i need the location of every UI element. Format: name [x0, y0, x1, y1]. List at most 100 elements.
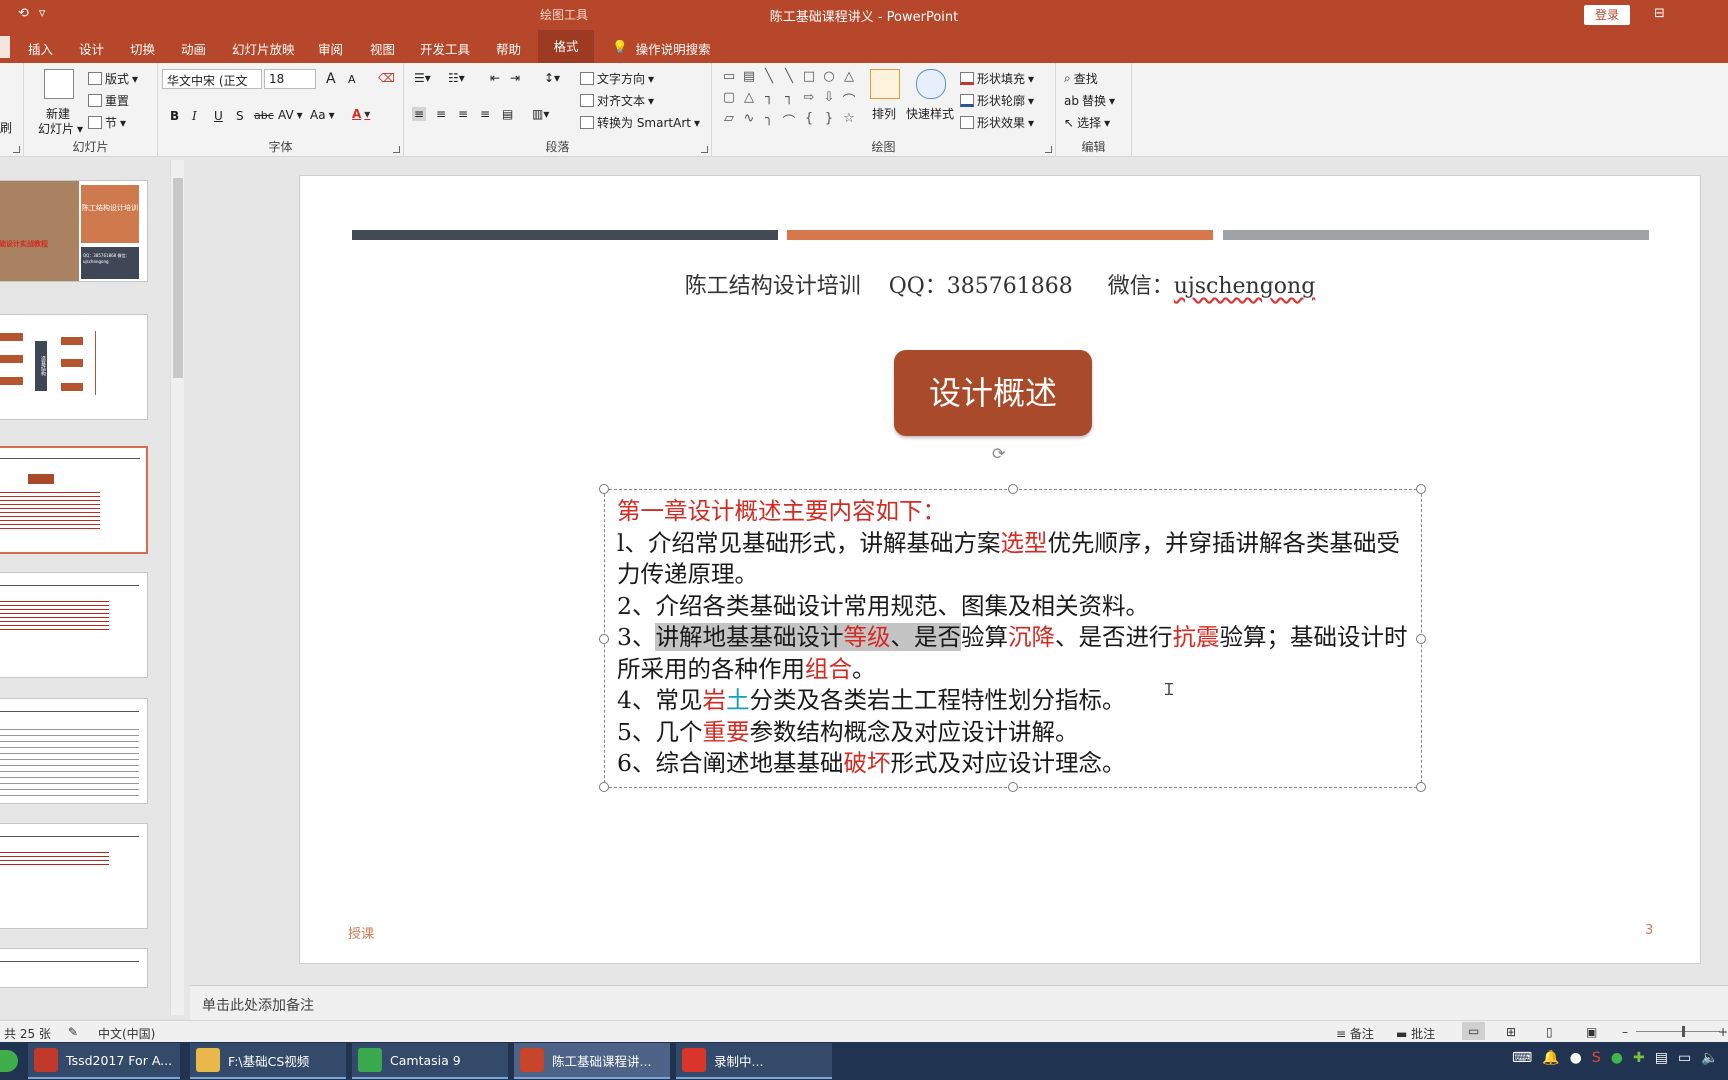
comments-toggle[interactable]: ▬ 批注: [1396, 1025, 1435, 1042]
notes-toggle[interactable]: ≡ 备注: [1336, 1025, 1374, 1042]
align-text-button[interactable]: 对齐文本 ▾: [580, 92, 654, 109]
slideshow-view-icon[interactable]: ▣: [1586, 1025, 1597, 1039]
shape-option-icon[interactable]: △: [840, 69, 858, 89]
shape-option-icon[interactable]: ╲: [780, 69, 798, 89]
resize-handle[interactable]: [599, 634, 609, 644]
strikethrough-button[interactable]: abc: [254, 109, 274, 122]
slide-thumbnail-4[interactable]: [0, 572, 148, 678]
font-size-combo[interactable]: 18: [264, 69, 316, 89]
font-launcher-icon[interactable]: [393, 146, 400, 153]
reading-view-icon[interactable]: ▯: [1546, 1025, 1553, 1039]
shape-option-icon[interactable]: ○: [820, 69, 838, 89]
slide-thumbnail-2[interactable]: 造基结构: [0, 314, 148, 420]
increase-indent-icon[interactable]: ⇥: [510, 71, 520, 85]
normal-view-icon[interactable]: ▭: [1462, 1022, 1486, 1040]
slide-canvas[interactable]: 陈工结构设计培训 QQ：385761868 微信：ujschengong 设计概…: [299, 175, 1701, 964]
content-textbox-selected[interactable]: 第一章设计概述主要内容如下： l、介绍常见基础形式，讲解基础方案选型优先顺序，并…: [599, 484, 1426, 792]
arrange-icon[interactable]: [870, 69, 900, 99]
columns-icon[interactable]: ▥▾: [532, 107, 549, 121]
shape-option-icon[interactable]: ▤: [740, 69, 758, 89]
grow-font-button[interactable]: A: [326, 71, 336, 87]
shadow-button[interactable]: S: [236, 109, 244, 123]
zoom-slider-thumb[interactable]: [1682, 1026, 1685, 1037]
taskbar-item-powerpoint[interactable]: 陈工基础课程讲...: [514, 1043, 670, 1079]
tab-insert[interactable]: 插入: [28, 39, 53, 58]
tab-developer[interactable]: 开发工具: [420, 39, 470, 58]
shapes-gallery[interactable]: ▭ ▤ ╲ ╲ □ ○ △ ▢ △ ┐ ┐ ⇨ ⇩ ⌒ ▱ ∿ ╮ ⌒{} ☆: [720, 69, 860, 131]
shape-option-icon[interactable]: ∿: [740, 111, 758, 131]
drawing-launcher-icon[interactable]: [1045, 146, 1052, 153]
quick-styles-icon[interactable]: [916, 69, 946, 99]
resize-handle[interactable]: [1416, 634, 1426, 644]
shape-option-icon[interactable]: ▱: [720, 111, 738, 131]
char-spacing-button[interactable]: AV ▾: [278, 108, 303, 122]
smartart-button[interactable]: 转换为 SmartArt ▾: [580, 114, 700, 131]
tab-format[interactable]: 格式: [538, 30, 594, 63]
spell-check-icon[interactable]: ✎: [68, 1025, 78, 1039]
volume-icon[interactable]: 🔈: [1701, 1050, 1718, 1066]
rotate-handle-icon[interactable]: ⟳: [992, 444, 1005, 463]
align-center-icon[interactable]: ≡: [436, 107, 446, 121]
shape-option-icon[interactable]: ┐: [760, 90, 778, 110]
resize-handle[interactable]: [599, 782, 609, 792]
shape-option-icon[interactable]: □: [800, 69, 818, 89]
font-name-combo[interactable]: 华文中宋 (正文: [162, 69, 262, 89]
taskbar-item-explorer[interactable]: F:\基础CS视频: [190, 1043, 346, 1079]
zoom-out-button[interactable]: –: [1622, 1025, 1628, 1039]
tab-design[interactable]: 设计: [79, 39, 104, 58]
numbering-icon[interactable]: ☷▾: [448, 71, 465, 85]
change-case-button[interactable]: Aa ▾: [310, 108, 335, 122]
keyboard-icon[interactable]: ⌨: [1512, 1050, 1532, 1066]
shape-option-icon[interactable]: ⌒: [840, 90, 858, 110]
sogou-icon[interactable]: S: [1592, 1050, 1601, 1066]
tab-review[interactable]: 审阅: [318, 39, 343, 58]
underline-button[interactable]: U: [214, 109, 223, 123]
tab-help[interactable]: 帮助: [496, 39, 521, 58]
layout-button[interactable]: 版式 ▾: [88, 70, 138, 87]
find-button[interactable]: ⌕ 查找: [1064, 70, 1098, 87]
bold-button[interactable]: B: [170, 109, 179, 123]
notification-icon[interactable]: 🔔: [1542, 1050, 1559, 1066]
login-button[interactable]: 登录: [1584, 5, 1630, 25]
distributed-icon[interactable]: ▤: [502, 107, 513, 121]
display-icon[interactable]: ▭: [1678, 1050, 1691, 1066]
thumbnail-scrollbar[interactable]: [170, 160, 184, 1015]
resize-handle[interactable]: [1416, 484, 1426, 494]
resize-handle[interactable]: [1008, 782, 1018, 792]
language-indicator[interactable]: 中文(中国): [98, 1025, 155, 1042]
taskbar-item-tssd[interactable]: Tssd2017 For A...: [28, 1043, 180, 1079]
slide-header-line[interactable]: 陈工结构设计培训 QQ：385761868 微信：ujschengong: [300, 268, 1700, 300]
shape-option-icon[interactable]: ┐: [780, 90, 798, 110]
align-left-icon[interactable]: ≡: [412, 107, 427, 121]
taskbar-item-camtasia[interactable]: Camtasia 9: [352, 1043, 508, 1079]
text-direction-button[interactable]: 文字方向 ▾: [580, 70, 654, 87]
shape-fill-button[interactable]: 形状填充 ▾: [960, 70, 1034, 87]
clipboard-launcher-icon[interactable]: [13, 146, 20, 153]
line-spacing-icon[interactable]: ↕▾: [544, 71, 560, 85]
reset-button[interactable]: 重置: [88, 92, 129, 109]
shape-option-icon[interactable]: ▭: [720, 69, 738, 89]
thumbnail-scroll-thumb[interactable]: [173, 178, 183, 378]
shape-option-icon[interactable]: }: [820, 111, 838, 131]
taskbar-item-recorder[interactable]: 录制中...: [676, 1043, 832, 1079]
start-icon[interactable]: [0, 1050, 18, 1072]
new-slide-icon[interactable]: [44, 69, 74, 99]
shape-option-icon[interactable]: ╮: [760, 111, 778, 131]
tab-animations[interactable]: 动画: [181, 39, 206, 58]
shape-option-icon[interactable]: ⇨: [800, 90, 818, 110]
shape-effects-button[interactable]: 形状效果 ▾: [960, 114, 1034, 131]
tab-transitions[interactable]: 切换: [130, 39, 155, 58]
replace-button[interactable]: ab 替换 ▾: [1064, 92, 1115, 109]
justify-icon[interactable]: ≡: [480, 107, 490, 121]
shape-option-icon[interactable]: ⌒: [780, 111, 798, 131]
font-color-button[interactable]: A ▾: [352, 107, 370, 121]
file-tab-stub[interactable]: [0, 36, 10, 58]
shape-option-icon[interactable]: {: [800, 111, 818, 131]
tell-me-search[interactable]: 💡 操作说明搜索: [612, 39, 711, 58]
tab-view[interactable]: 视图: [370, 39, 395, 58]
slide-thumbnail-6[interactable]: [0, 823, 148, 929]
shape-option-icon[interactable]: ╲: [760, 69, 778, 89]
notes-placeholder[interactable]: 单击此处添加备注: [202, 995, 314, 1015]
shrink-font-button[interactable]: A: [348, 73, 356, 86]
slide-thumbnail-1[interactable]: 陈工结构设计培训 QQ：385761868 微信：ujschengong 础设计…: [0, 180, 148, 282]
